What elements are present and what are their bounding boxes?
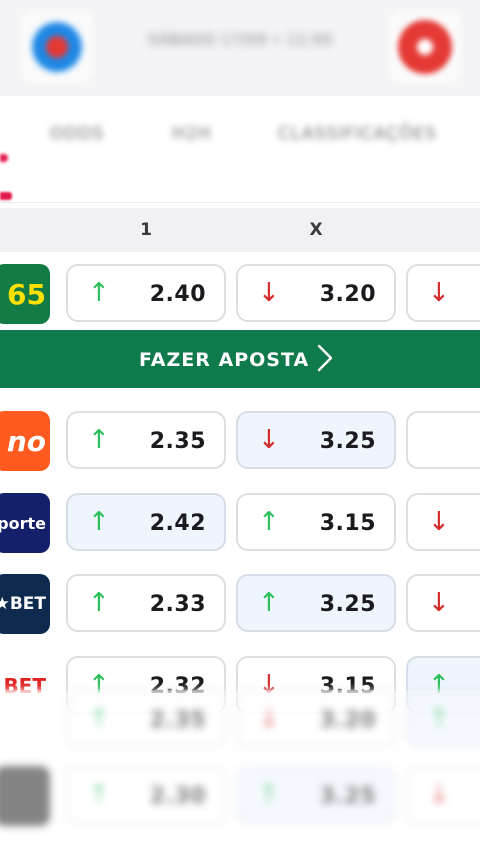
odd-draw[interactable]: ↑ 3.25	[236, 574, 396, 632]
arrow-up-icon: ↑	[88, 425, 110, 455]
odd-home[interactable]: ↑ 2.33	[66, 574, 226, 632]
odd-home[interactable]: ↑ 2.35	[66, 411, 226, 469]
arrow-up-icon: ↑	[258, 588, 280, 618]
tab-classificacoes[interactable]: CLASSIFICAÇÕES	[278, 124, 437, 144]
odd-value: 3.20	[319, 282, 376, 307]
tab-bar: ODDS H2H CLASSIFICAÇÕES	[0, 96, 480, 203]
place-bet-button[interactable]: FAZER APOSTA	[0, 330, 480, 388]
odd-away[interactable]	[406, 411, 480, 469]
arrow-down-icon: ↓	[428, 278, 450, 308]
bookmaker-row: porte ↑ 2.42 ↑ 3.15 ↓	[0, 491, 480, 555]
odds-column-header: 1 X	[0, 208, 480, 252]
odd-away[interactable]: ↓	[406, 493, 480, 551]
team-crest-icon	[30, 20, 84, 74]
column-label-draw: X	[309, 220, 323, 240]
tab-odds[interactable]: ODDS	[50, 124, 104, 144]
bookmaker-logo[interactable]: no	[0, 411, 50, 471]
odd-away[interactable]: ↓	[406, 574, 480, 632]
arrow-down-icon: ↓	[258, 278, 280, 308]
arrow-up-icon: ↑	[88, 507, 110, 537]
odd-value: 2.35	[149, 429, 206, 454]
odd-value: 2.33	[149, 592, 206, 617]
arrow-down-icon: ↓	[428, 507, 450, 537]
bookmaker-logo[interactable]: ★BET	[0, 574, 50, 634]
odd-value: 2.40	[149, 282, 206, 307]
odd-away[interactable]: ↓	[406, 264, 480, 322]
odd-value: 3.25	[319, 429, 376, 454]
bookmaker-logo[interactable]: 65	[0, 264, 50, 324]
bookmaker-row: 65 ↑ 2.40 ↓ 3.20 ↓	[0, 262, 480, 326]
team-crest-icon	[398, 20, 452, 74]
arrow-up-icon: ↑	[258, 507, 280, 537]
bookmaker-row: no ↑ 2.35 ↓ 3.25	[0, 409, 480, 473]
arrow-up-icon: ↑	[88, 588, 110, 618]
column-label-home: 1	[140, 220, 152, 240]
bookmaker-logo-text: 65	[7, 277, 46, 311]
match-info: SÁBADO 17/09 • 11:00	[147, 30, 333, 49]
arrow-up-icon: ↑	[88, 278, 110, 308]
bookmaker-logo-text: no	[6, 424, 46, 458]
odd-value: 3.25	[319, 592, 376, 617]
chevron-right-icon	[317, 344, 333, 372]
bookmaker-row: ★BET ↑ 2.33 ↑ 3.25 ↓	[0, 572, 480, 636]
bookmaker-logo-text: ★BET	[0, 594, 46, 614]
bookmaker-logo[interactable]: porte	[0, 493, 50, 553]
odd-home[interactable]: ↑ 2.40	[66, 264, 226, 322]
active-tab-indicator	[0, 192, 12, 200]
place-bet-label: FAZER APOSTA	[139, 349, 310, 371]
odd-home[interactable]: ↑ 2.42	[66, 493, 226, 551]
active-tab-dot	[0, 154, 8, 162]
odd-value: 3.15	[319, 511, 376, 536]
away-team-logo[interactable]	[388, 10, 462, 84]
bookmaker-logo-text: porte	[0, 513, 46, 533]
tab-h2h[interactable]: H2H	[172, 124, 211, 144]
odd-draw[interactable]: ↓ 3.20	[236, 264, 396, 322]
odd-value: 2.42	[149, 511, 206, 536]
home-team-logo[interactable]	[20, 10, 94, 84]
match-header: SÁBADO 17/09 • 11:00	[0, 0, 480, 97]
odd-draw[interactable]: ↓ 3.25	[236, 411, 396, 469]
arrow-down-icon: ↓	[258, 425, 280, 455]
odd-draw[interactable]: ↑ 3.15	[236, 493, 396, 551]
arrow-down-icon: ↓	[428, 588, 450, 618]
blur-overlay	[0, 690, 480, 854]
